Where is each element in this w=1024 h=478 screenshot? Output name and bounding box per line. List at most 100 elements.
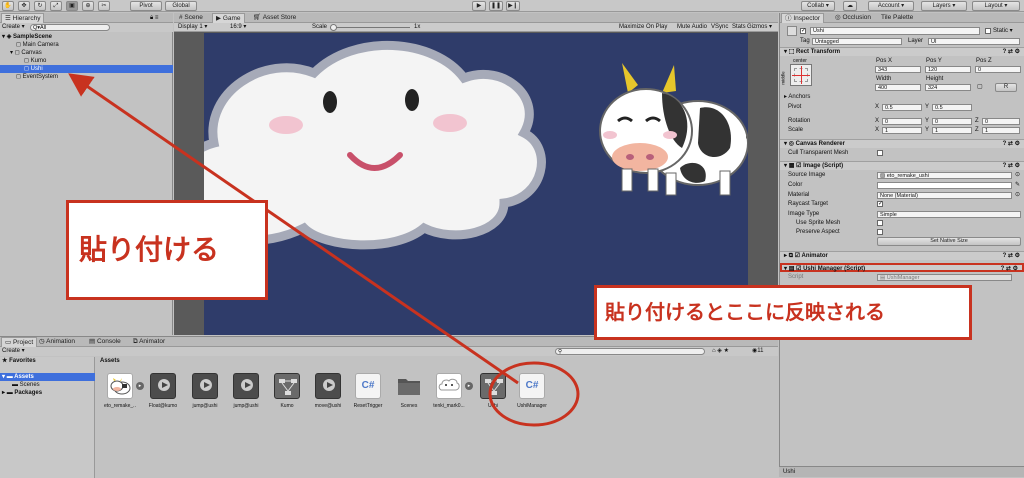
tab-project[interactable]: ▭ Project	[1, 337, 38, 347]
project-search-input[interactable]: ⚲	[555, 348, 705, 355]
play-button[interactable]: ▶	[472, 1, 486, 11]
layers-dropdown[interactable]: Layers ▾	[921, 1, 967, 11]
tab-animator[interactable]: ⧉ Animator	[130, 337, 168, 347]
asset-tile[interactable]: Kumo	[271, 373, 303, 410]
pivot-y-field[interactable]: 0.5	[932, 104, 972, 111]
tab-hierarchy[interactable]: ☰ Hierarchy	[1, 13, 45, 23]
scale-slider-thumb[interactable]	[330, 24, 337, 31]
anchor-preset-button[interactable]	[790, 64, 812, 86]
set-native-size-button[interactable]: Set Native Size	[877, 237, 1021, 246]
scale-tool-icon[interactable]: ⤢	[50, 1, 62, 11]
eyedropper-icon[interactable]: ✎	[1015, 181, 1020, 189]
asset-tile[interactable]: Scenes	[393, 373, 425, 410]
blueprint-icon[interactable]: ▢	[977, 83, 985, 92]
tree-item-packages[interactable]: ▸ ▬ Packages	[2, 389, 42, 397]
color-swatch[interactable]	[877, 182, 1012, 189]
hierarchy-item-eventsystem[interactable]: ◻ EventSystem	[16, 73, 58, 81]
project-create-button[interactable]: Create ▾	[2, 347, 25, 355]
step-button[interactable]: ▶❙	[506, 1, 520, 11]
source-image-field[interactable]: ▨ eto_remake_ushi	[877, 172, 1012, 179]
tab-scene[interactable]: # Scene	[176, 13, 206, 23]
expand-asset-icon[interactable]: ▸	[136, 382, 144, 390]
preserve-aspect-checkbox[interactable]	[877, 229, 883, 235]
account-dropdown[interactable]: Account ▾	[868, 1, 914, 11]
asset-tile[interactable]: jump@ushi	[230, 373, 262, 410]
asset-tile[interactable]: Float@kumo	[147, 373, 179, 410]
display-dropdown[interactable]: Display 1 ▾	[178, 23, 207, 31]
pos-y-field[interactable]: 120	[925, 66, 971, 73]
image-enabled-checkbox[interactable]: ☑	[796, 163, 801, 169]
tab-console[interactable]: ▤ Console	[86, 337, 124, 347]
asset-tile[interactable]: C# UshiManager	[516, 373, 548, 410]
animator-header[interactable]: ▸ ⧉ ☑ Animator ? ⇄ ⚙	[780, 251, 1024, 260]
hierarchy-search-input[interactable]: Q▾All	[30, 24, 110, 31]
asset-tile[interactable]: tenki_mark0...	[433, 373, 465, 410]
assets-breadcrumb[interactable]: Assets	[100, 357, 120, 365]
component-menu-icon[interactable]: ? ⇄ ⚙	[1003, 162, 1020, 170]
gizmos-dropdown[interactable]: Gizmos ▾	[747, 23, 772, 31]
raycast-target-checkbox[interactable]: ✓	[877, 201, 883, 207]
asset-tile[interactable]: C# ResetTrigger	[352, 373, 384, 410]
tab-asset-store[interactable]: 🛒︎ Asset Store	[250, 13, 299, 23]
hierarchy-item-kumo[interactable]: ◻ Kumo	[24, 57, 46, 65]
pause-button[interactable]: ❚❚	[489, 1, 503, 11]
scale-y-field[interactable]: 1	[932, 127, 972, 134]
move-tool-icon[interactable]: ✥	[18, 1, 30, 11]
component-menu-icon[interactable]: ? ⇄ ⚙	[1003, 48, 1020, 56]
ushi-manager-header[interactable]: ▾ ▤ ☑ Ushi Manager (Script) ? ⇄ ⚙	[780, 263, 1024, 272]
pos-x-field[interactable]: 343	[875, 66, 921, 73]
tree-item-scenes[interactable]: ▬ Scenes	[12, 381, 40, 389]
tab-tile-palette[interactable]: Tile Palette	[878, 13, 916, 23]
mute-audio-toggle[interactable]: Mute Audio	[677, 23, 707, 31]
vsync-toggle[interactable]: VSync	[711, 23, 728, 31]
scene-root-item[interactable]: ▾ ◈ SampleScene	[2, 33, 52, 41]
component-menu-icon[interactable]: ? ⇄ ⚙	[1003, 140, 1020, 148]
lock-icon[interactable]: 🔒︎ ≡	[150, 14, 158, 22]
layout-dropdown[interactable]: Layout ▾	[972, 1, 1020, 11]
asset-tile[interactable]: eto_remake_...	[104, 373, 136, 410]
use-sprite-mesh-checkbox[interactable]	[877, 220, 883, 226]
rot-z-field[interactable]: 0	[982, 118, 1020, 125]
global-toggle[interactable]: Global	[165, 1, 197, 11]
rot-x-field[interactable]: 0	[882, 118, 922, 125]
scale-x-field[interactable]: 1	[882, 127, 922, 134]
cloud-icon[interactable]: ☁	[843, 1, 857, 11]
material-field[interactable]: None (Material)	[877, 192, 1012, 199]
image-type-dropdown[interactable]: Simple	[877, 211, 1021, 218]
collab-dropdown[interactable]: Collab ▾	[801, 1, 835, 11]
active-checkbox[interactable]: ✓	[800, 28, 806, 34]
tree-item-assets[interactable]: ▾ ▬ Assets	[2, 373, 34, 381]
component-menu-icon[interactable]: ? ⇄ ⚙	[1003, 252, 1020, 260]
raw-edit-button[interactable]: R	[995, 83, 1017, 92]
object-picker-icon[interactable]: ⊙	[1015, 191, 1020, 199]
tab-inspector[interactable]: ⓘ Inspector	[781, 13, 825, 23]
scale-z-field[interactable]: 1	[982, 127, 1020, 134]
tag-dropdown[interactable]: Untagged	[812, 38, 902, 45]
asset-tile[interactable]: move@ushi	[312, 373, 344, 410]
ushi-manager-enabled-checkbox[interactable]: ☑	[796, 266, 801, 272]
stats-toggle[interactable]: Stats	[732, 23, 746, 31]
maximize-on-play-toggle[interactable]: Maximize On Play	[619, 23, 667, 31]
hierarchy-item-canvas[interactable]: ▾ ◻ Canvas	[10, 49, 42, 57]
hierarchy-item-ushi[interactable]: ◻ Ushi	[24, 65, 43, 73]
object-name-input[interactable]: Ushi	[810, 27, 980, 35]
favorites-item[interactable]: ★ Favorites	[2, 357, 36, 365]
static-checkbox[interactable]	[985, 28, 991, 34]
hand-tool-icon[interactable]: ✋	[2, 1, 14, 11]
width-field[interactable]: 400	[875, 84, 921, 91]
component-menu-icon[interactable]: ? ⇄ ⚙	[1001, 265, 1018, 273]
filter-icons[interactable]: ⌂ ◈ ★	[712, 347, 729, 355]
rect-transform-header[interactable]: ▾ ⬚ Rect Transform ? ⇄ ⚙	[780, 47, 1024, 56]
pos-z-field[interactable]: 0	[975, 66, 1021, 73]
canvas-renderer-header[interactable]: ▾ ◎ Canvas Renderer ? ⇄ ⚙	[780, 139, 1024, 148]
height-field[interactable]: 324	[925, 84, 971, 91]
asset-tile[interactable]: Ushi	[477, 373, 509, 410]
static-dropdown[interactable]: Static ▾	[993, 27, 1013, 35]
rotate-tool-icon[interactable]: ↻	[34, 1, 46, 11]
scale-slider-track[interactable]	[330, 27, 410, 28]
pivot-x-field[interactable]: 0.5	[882, 104, 922, 111]
rect-tool-icon[interactable]: ▣	[66, 1, 78, 11]
aspect-dropdown[interactable]: 16:9 ▾	[230, 23, 246, 31]
tab-animation[interactable]: ◷ Animation	[36, 337, 78, 347]
animator-enabled-checkbox[interactable]: ☑	[795, 253, 800, 259]
